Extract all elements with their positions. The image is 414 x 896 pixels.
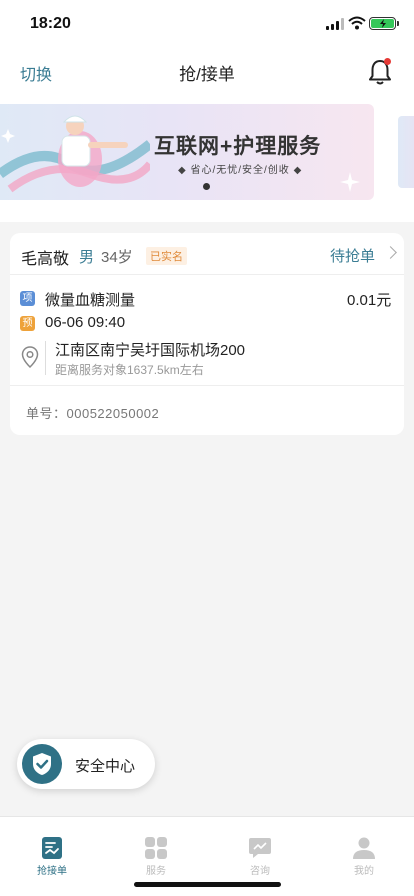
person-icon: [353, 837, 375, 859]
safety-center-label: 安全中心: [75, 758, 136, 775]
banner-illustration: [0, 115, 150, 193]
order-card[interactable]: 毛高敬 男 34岁 已实名 待抢单 项 微量血糖测量 0.01元 预 06-06…: [10, 233, 404, 435]
tab-label: 咨询: [250, 866, 270, 877]
shield-check-icon: [33, 753, 51, 775]
tab-service[interactable]: 服务: [121, 817, 191, 877]
customer-name: 毛高敬: [21, 251, 70, 268]
chevron-right-icon[interactable]: [384, 246, 397, 259]
safety-icon-wrap: [22, 744, 62, 784]
page-title: 抢/接单: [179, 65, 235, 84]
home-indicator: [134, 882, 281, 887]
customer-age: 34岁: [101, 249, 133, 266]
promo-banner[interactable]: 互联网+护理服务 ◆ 省心/无忧/安全/创收 ◆: [0, 104, 374, 200]
tab-profile[interactable]: 我的: [329, 817, 399, 877]
customer-gender: 男: [79, 249, 95, 266]
address-divider: [45, 341, 46, 375]
banner-area: 互联网+护理服务 ◆ 省心/无忧/安全/创收 ◆: [0, 96, 414, 222]
appointment-time: 06-06 09:40: [45, 314, 126, 331]
banner-subtitle: ◆ 省心/无忧/安全/创收 ◆: [178, 165, 303, 176]
status-time: 18:20: [30, 15, 71, 32]
service-item-tag: 项: [20, 291, 35, 306]
service-price: 0.01元: [347, 292, 392, 309]
tab-label: 服务: [146, 866, 166, 877]
tab-label: 抢接单: [37, 866, 67, 877]
signal-icon: [326, 18, 344, 30]
location-pin-icon: [21, 346, 39, 368]
wifi-icon: [348, 16, 366, 30]
banner-title: 互联网+护理服务: [154, 135, 322, 158]
safety-center-button[interactable]: 安全中心: [17, 739, 155, 789]
battery-icon: [369, 17, 399, 30]
banner-pager-dot: [203, 183, 210, 190]
order-number: 单号：000522050002: [26, 406, 160, 421]
service-name: 微量血糖测量: [45, 292, 136, 309]
card-divider: [10, 385, 404, 386]
service-distance: 距离服务对象1637.5km左右: [55, 363, 204, 377]
order-grab-icon: [42, 837, 62, 859]
nav-bar: 切换 抢/接单: [0, 48, 414, 96]
appointment-tag: 预: [20, 316, 35, 331]
tab-consult[interactable]: 咨询: [225, 817, 295, 877]
tab-order-grab[interactable]: 抢接单: [17, 817, 87, 877]
tab-label: 我的: [354, 866, 374, 877]
chat-icon: [249, 838, 271, 858]
status-bar: 18:20: [0, 0, 414, 48]
grid-icon: [145, 837, 167, 859]
notification-dot: [384, 58, 391, 65]
service-address: 江南区南宁吴圩国际机场200: [55, 342, 246, 359]
sparkle-icon: [340, 172, 360, 192]
order-status-link[interactable]: 待抢单: [330, 245, 375, 266]
order-card-header: 毛高敬 男 34岁 已实名 待抢单: [10, 233, 404, 275]
banner-next-peek[interactable]: [398, 116, 414, 188]
verified-badge: 已实名: [146, 247, 187, 265]
